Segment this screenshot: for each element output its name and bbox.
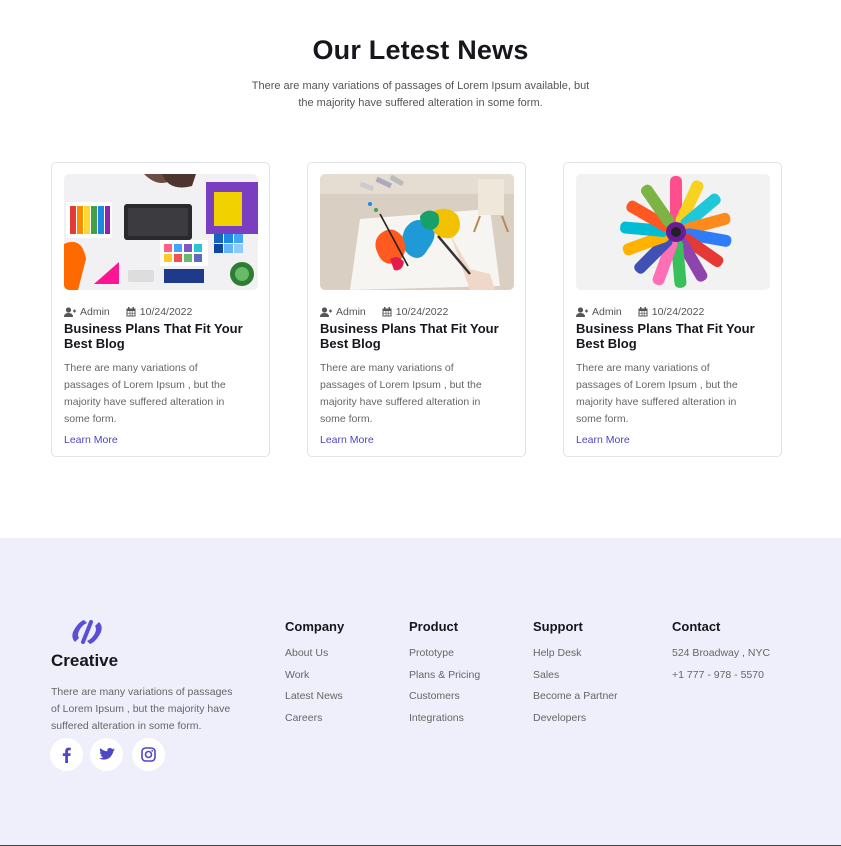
footer-column-title: Product	[409, 619, 459, 634]
card-title[interactable]: Business Plans That Fit Your Best Blog	[320, 321, 510, 351]
calendar-icon	[638, 307, 648, 317]
card-author: Admin	[592, 306, 622, 318]
twitter-icon	[98, 748, 115, 760]
learn-more-link[interactable]: Learn More	[320, 434, 374, 446]
news-card: Admin 10/24/2022 Business Plans That Fit…	[51, 162, 270, 457]
footer-column-title: Contact	[672, 619, 721, 634]
user-icon	[64, 307, 76, 317]
brand-description: There are many variations of passages of…	[51, 686, 233, 732]
learn-more-link[interactable]: Learn More	[576, 434, 630, 446]
footer-link[interactable]: Sales	[533, 668, 618, 690]
footer-link[interactable]: Help Desk	[533, 646, 618, 668]
learn-more-link[interactable]: Learn More	[64, 434, 118, 446]
footer-link[interactable]: Work	[285, 668, 344, 690]
card-date: 10/24/2022	[651, 306, 705, 318]
footer-link[interactable]: About Us	[285, 646, 344, 668]
latest-news-section: Our Letest News There are many variation…	[0, 0, 841, 538]
footer-link[interactable]: Latest News	[285, 689, 344, 711]
footer-link[interactable]: Plans & Pricing	[409, 668, 480, 690]
footer-link[interactable]: Integrations	[409, 711, 480, 733]
brand-logo-icon[interactable]	[70, 618, 104, 646]
footer-link[interactable]: Careers	[285, 711, 344, 733]
contact-phone[interactable]: +1 777 - 978 - 5570	[672, 668, 770, 690]
user-icon	[576, 307, 588, 317]
footer-link[interactable]: Developers	[533, 711, 618, 733]
footer-link[interactable]: Become a Partner	[533, 689, 618, 711]
card-image[interactable]	[64, 174, 258, 290]
card-title[interactable]: Business Plans That Fit Your Best Blog	[64, 321, 254, 351]
calendar-icon	[382, 307, 392, 317]
card-title[interactable]: Business Plans That Fit Your Best Blog	[576, 321, 766, 351]
calendar-icon	[126, 307, 136, 317]
user-icon	[320, 307, 332, 317]
facebook-icon	[62, 747, 71, 763]
card-meta: Admin 10/24/2022	[64, 306, 192, 318]
footer-column-contact: Contact 524 Broadway , NYC +1 777 - 978 …	[672, 619, 770, 689]
card-excerpt: There are many variations of passages of…	[576, 362, 738, 425]
footer-link[interactable]: Prototype	[409, 646, 480, 668]
contact-address[interactable]: 524 Broadway , NYC	[672, 646, 770, 668]
section-subtitle: There are many variations of passages of…	[251, 80, 590, 109]
footer-column-product: Product Prototype Plans & Pricing Custom…	[409, 619, 480, 733]
card-date: 10/24/2022	[139, 306, 193, 318]
site-footer: Creative There are many variations of pa…	[0, 538, 841, 846]
instagram-icon	[141, 747, 156, 762]
card-image[interactable]	[320, 174, 514, 290]
card-excerpt: There are many variations of passages of…	[320, 362, 482, 425]
card-meta: Admin 10/24/2022	[320, 306, 448, 318]
news-card: Admin 10/24/2022 Business Plans That Fit…	[563, 162, 782, 457]
card-image[interactable]	[576, 174, 770, 290]
card-date: 10/24/2022	[395, 306, 449, 318]
card-meta: Admin 10/24/2022	[576, 306, 704, 318]
footer-column-support: Support Help Desk Sales Become a Partner…	[533, 619, 618, 733]
footer-link[interactable]: Customers	[409, 689, 480, 711]
card-author: Admin	[80, 306, 110, 318]
card-author: Admin	[336, 306, 366, 318]
instagram-button[interactable]	[132, 738, 165, 771]
twitter-button[interactable]	[90, 738, 123, 771]
facebook-button[interactable]	[50, 738, 83, 771]
footer-column-title: Company	[285, 619, 345, 634]
footer-column-title: Support	[533, 619, 583, 634]
footer-column-company: Company About Us Work Latest News Career…	[285, 619, 344, 733]
card-excerpt: There are many variations of passages of…	[64, 362, 226, 425]
section-title: Our Letest News	[312, 35, 529, 65]
brand-name[interactable]: Creative	[51, 651, 118, 671]
news-card: Admin 10/24/2022 Business Plans That Fit…	[307, 162, 526, 457]
